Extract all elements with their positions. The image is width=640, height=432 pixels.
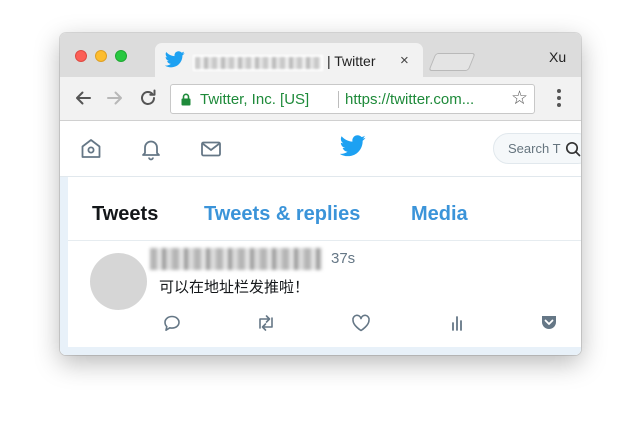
search-icon[interactable] [565,141,581,157]
new-tab-button[interactable] [428,53,476,71]
tweet-timestamp[interactable]: 37s [331,250,355,267]
url-text[interactable]: https://twitter.com... [345,91,474,108]
search-input[interactable]: Search T [493,133,581,164]
browser-tab-twitter[interactable]: | Twitter × [155,43,423,77]
tab-tweets-and-replies[interactable]: Tweets & replies [204,203,360,226]
star-icon[interactable]: ☆ [511,89,528,108]
search-placeholder: Search T [508,141,561,156]
reply-icon[interactable] [162,313,182,333]
close-window-button[interactable] [75,50,87,62]
tab-close-icon[interactable]: × [400,52,409,69]
like-heart-icon[interactable] [350,313,372,333]
tab-media[interactable]: Media [411,203,468,226]
maximize-window-button[interactable] [115,50,127,62]
tab-title: | Twitter [327,53,376,69]
lock-icon[interactable] [181,93,191,106]
tab-strip: | Twitter × Xu [60,33,581,77]
address-separator [338,91,339,108]
retweet-icon[interactable] [255,313,277,333]
timeline-card: Tweets Tweets & replies Media 37s 可以在地址栏… [68,177,581,347]
browser-toolbar: Twitter, Inc. [US] https://twitter.com..… [60,77,581,121]
back-arrow-icon[interactable] [73,88,93,108]
minimize-window-button[interactable] [95,50,107,62]
home-icon[interactable] [79,137,103,161]
tab-tweets[interactable]: Tweets [92,203,158,226]
browser-window: | Twitter × Xu Twitter, Inc. [US] https:… [60,33,581,355]
twitter-nav-bar: Search T [60,121,581,177]
divider [68,240,581,241]
pocket-icon[interactable] [540,314,558,332]
address-bar[interactable]: Twitter, Inc. [US] https://twitter.com..… [170,84,535,114]
analytics-icon[interactable] [448,313,466,333]
tweet-text: 可以在地址栏发推啦！ [159,278,310,296]
tab-title-blurred [193,55,323,71]
twitter-bird-icon [165,51,185,68]
reload-icon[interactable] [138,88,158,108]
profile-timeline-area: Tweets Tweets & replies Media 37s 可以在地址栏… [60,177,581,355]
twitter-page: Search T Tweets Tweets & replies Media 3… [60,121,581,355]
avatar[interactable] [90,253,147,310]
profile-name[interactable]: Xu [549,49,566,65]
forward-arrow-icon[interactable] [105,88,125,108]
twitter-bird-icon[interactable] [340,135,366,157]
menu-icon[interactable] [557,89,561,110]
site-organization[interactable]: Twitter, Inc. [US] [200,91,309,108]
messages-envelope-icon[interactable] [199,137,223,161]
notifications-bell-icon[interactable] [139,137,163,161]
author-name-blurred[interactable] [148,246,324,272]
